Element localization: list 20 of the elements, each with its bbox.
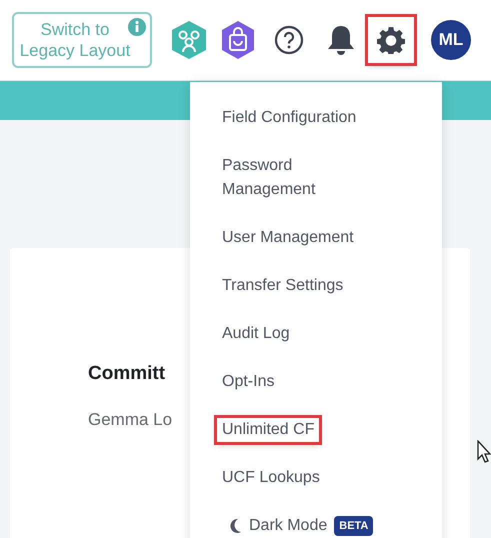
settings-button[interactable] — [368, 17, 414, 63]
beta-badge: BETA — [334, 516, 374, 536]
menu-item[interactable]: Audit Log — [222, 322, 290, 346]
menu-item[interactable]: UCF Lookups — [222, 466, 320, 490]
menu-item[interactable]: Transfer Settings — [222, 274, 344, 298]
menu-item[interactable]: Password Management — [222, 154, 374, 202]
notification-bell-icon[interactable] — [326, 24, 356, 56]
dark-mode-toggle[interactable]: Dark Mode — [249, 514, 328, 538]
info-icon — [128, 18, 146, 36]
moon-icon — [228, 518, 242, 534]
menu-item[interactable]: Opt-Ins — [222, 370, 274, 394]
user-avatar[interactable]: ML — [431, 20, 471, 60]
help-icon[interactable] — [274, 25, 304, 55]
menu-item[interactable]: Unlimited CF — [217, 418, 320, 442]
settings-icon — [377, 26, 405, 54]
menu-item[interactable]: User Management — [222, 226, 354, 250]
shopping-bag-icon[interactable] — [220, 20, 256, 60]
card-text: Gemma Lo — [88, 408, 172, 430]
card-title: Committ — [88, 362, 166, 386]
menu-item[interactable]: Field Configuration — [222, 106, 356, 130]
